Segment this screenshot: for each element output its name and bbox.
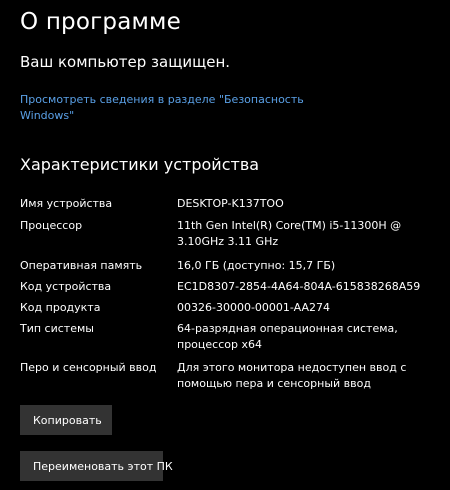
copy-button[interactable]: Копировать (20, 405, 112, 435)
spec-label-product-id: Код продукта (20, 301, 101, 314)
spec-value-system-type: 64-разрядная операционная система, проце… (177, 322, 398, 351)
spec-value-device-id: EC1D8307-2854-4A64-804A-615838268A59 (177, 280, 421, 293)
rename-pc-button[interactable]: Переименовать этот ПК (20, 451, 173, 481)
spec-value-device-name: DESKTOP-K137TOO (177, 197, 284, 210)
spec-value-product-id: 00326-30000-00001-AA274 (177, 301, 330, 314)
spec-label-processor: Процессор (20, 219, 83, 232)
protection-status-text: Ваш компьютер защищен. (20, 53, 231, 71)
device-specs-heading: Характеристики устройства (20, 155, 260, 174)
spec-label-device-id: Код устройства (20, 280, 112, 293)
spec-label-ram: Оперативная память (20, 259, 143, 272)
spec-label-pen-touch: Перо и сенсорный ввод (20, 361, 157, 374)
page-title: О программе (20, 9, 181, 35)
spec-label-system-type: Тип системы (20, 322, 94, 335)
windows-security-link[interactable]: Просмотреть сведения в разделе "Безопасн… (20, 92, 320, 124)
spec-label-device-name: Имя устройства (20, 197, 113, 210)
spec-value-processor: 11th Gen Intel(R) Core(TM) i5-11300H @ 3… (177, 219, 402, 248)
spec-value-pen-touch: Для этого монитора недоступен ввод с пом… (177, 361, 407, 390)
spec-value-ram: 16,0 ГБ (доступно: 15,7 ГБ) (177, 259, 336, 272)
